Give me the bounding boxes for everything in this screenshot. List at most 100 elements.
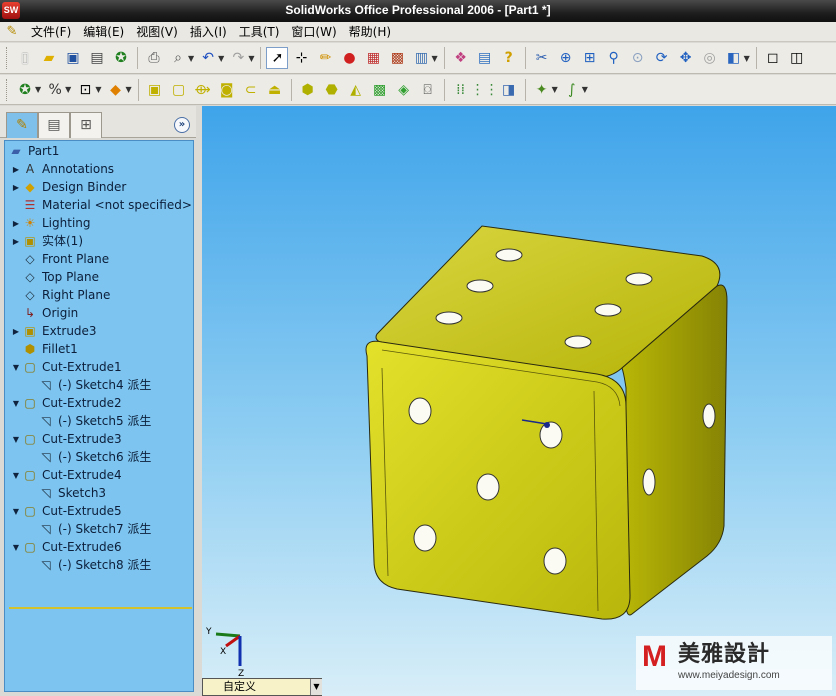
standard-views-icon[interactable]: ◧ bbox=[723, 47, 745, 69]
chevron-down-icon[interactable]: ▼ bbox=[552, 85, 558, 94]
tree-item[interactable]: ▶ ▣ 实体(1) bbox=[11, 232, 83, 250]
chevron-down-icon[interactable]: ▼ bbox=[65, 85, 71, 94]
expand-arrow-icon[interactable]: ▶ bbox=[11, 183, 21, 192]
hide-show-icon[interactable]: ✂ bbox=[531, 47, 553, 69]
toolbar-grip[interactable] bbox=[6, 47, 9, 69]
reference-point-icon[interactable]: ⊡ bbox=[74, 79, 96, 101]
toolbar-grip[interactable] bbox=[6, 78, 9, 101]
chevron-down-icon[interactable]: ▼ bbox=[95, 85, 101, 94]
rebuild-feature-icon[interactable]: ✪ bbox=[14, 79, 36, 101]
collapse-arrow-icon[interactable]: ▼ bbox=[11, 471, 21, 480]
open-folder-icon[interactable]: ▰ bbox=[38, 47, 60, 69]
tree-item[interactable]: ◇ Right Plane bbox=[11, 286, 110, 304]
tree-item[interactable]: ◹ (-) Sketch6 派生 bbox=[27, 448, 151, 466]
zoom-to-fit-icon[interactable]: ⊕ bbox=[555, 47, 577, 69]
save-icon[interactable]: ▣ bbox=[62, 47, 84, 69]
tree-item[interactable]: ☰ Material <not specified> bbox=[11, 196, 192, 214]
select-pointer-icon[interactable]: ➚ bbox=[266, 47, 289, 69]
shell-icon[interactable]: ▩ bbox=[369, 79, 391, 101]
mirror-icon[interactable]: ◨ bbox=[498, 79, 520, 101]
redo-icon[interactable]: ↷ bbox=[227, 47, 249, 69]
menu-view[interactable]: 视图(V) bbox=[130, 23, 184, 41]
collapse-arrow-icon[interactable]: ▼ bbox=[11, 399, 21, 408]
rib-icon[interactable]: ◭ bbox=[345, 79, 367, 101]
tab-configuration-manager[interactable]: ⊞ bbox=[70, 112, 102, 138]
options-grid-icon[interactable]: ▦ bbox=[362, 47, 384, 69]
dome-icon[interactable]: ◈ bbox=[393, 79, 415, 101]
tree-root[interactable]: ▰ Part1 bbox=[7, 142, 59, 160]
percent-icon[interactable]: % bbox=[44, 79, 66, 101]
hole-wizard-icon[interactable]: ⌼ bbox=[417, 79, 439, 101]
expand-arrow-icon[interactable]: ▶ bbox=[11, 219, 21, 228]
tree-item[interactable]: ◹ (-) Sketch7 派生 bbox=[27, 520, 151, 538]
chevron-down-icon[interactable]: ▼ bbox=[582, 85, 588, 94]
menu-file[interactable]: 文件(F) bbox=[25, 23, 77, 41]
tab-feature-manager[interactable]: ✎ bbox=[6, 112, 38, 138]
document-menu-icon[interactable]: ✎ bbox=[3, 24, 21, 40]
zoom-in-out-icon[interactable]: ⚲ bbox=[603, 47, 625, 69]
expand-arrow-icon[interactable]: ▶ bbox=[11, 165, 21, 174]
chevron-down-icon[interactable]: ▼ bbox=[35, 85, 41, 94]
rebuild-icon[interactable]: ✪ bbox=[110, 47, 132, 69]
measure-icon[interactable]: ▥ bbox=[410, 47, 432, 69]
component-icon[interactable]: ❖ bbox=[450, 47, 472, 69]
tree-item[interactable]: ◇ Front Plane bbox=[11, 250, 109, 268]
chevron-down-icon[interactable]: ▼ bbox=[431, 54, 437, 63]
circular-pattern-icon[interactable]: ⋮⋮ bbox=[471, 79, 499, 101]
smart-select-icon[interactable]: ⊹ bbox=[290, 47, 312, 69]
fillet-icon[interactable]: ⬢ bbox=[297, 79, 319, 101]
dice-model[interactable]: Y X Z bbox=[202, 106, 836, 696]
tree-item[interactable]: ◹ (-) Sketch5 派生 bbox=[27, 412, 151, 430]
zoom-to-area-icon[interactable]: ⊞ bbox=[579, 47, 601, 69]
rotate-view-icon[interactable]: ⟳ bbox=[651, 47, 673, 69]
chevron-down-icon[interactable]: ▼ bbox=[744, 54, 750, 63]
tree-item[interactable]: ↳ Origin bbox=[11, 304, 78, 322]
view-orientation-select[interactable]: 自定义 bbox=[202, 678, 322, 696]
graphics-area[interactable]: Y X Z 自定义 ▼ M 美雅設計 www.meiyadesign.com bbox=[202, 106, 836, 696]
curves-icon[interactable]: ∫ bbox=[561, 79, 583, 101]
menu-window[interactable]: 窗口(W) bbox=[285, 23, 342, 41]
draft-icon[interactable]: ⏏ bbox=[264, 79, 286, 101]
tree-item[interactable]: ⬢ Fillet1 bbox=[11, 340, 78, 358]
material-bricks-icon[interactable]: ▩ bbox=[386, 47, 408, 69]
menu-insert[interactable]: 插入(I) bbox=[184, 23, 233, 41]
linear-pattern-icon[interactable]: ⁞⁞ bbox=[450, 79, 472, 101]
chevron-down-icon[interactable]: ▼ bbox=[125, 85, 131, 94]
tree-item[interactable]: ◹ (-) Sketch4 派生 bbox=[27, 376, 151, 394]
properties-icon[interactable]: ▤ bbox=[474, 47, 496, 69]
appearance-icon[interactable]: ◆ bbox=[104, 79, 126, 101]
tab-property-manager[interactable]: ▤ bbox=[38, 112, 70, 138]
collapse-arrow-icon[interactable]: ▼ bbox=[11, 435, 21, 444]
help-icon[interactable]: ? bbox=[498, 47, 520, 69]
reference-geometry-icon[interactable]: ✦ bbox=[531, 79, 553, 101]
rollback-bar[interactable] bbox=[9, 607, 192, 609]
zoom-to-selection-icon[interactable]: ⊙ bbox=[627, 47, 649, 69]
print-preview-icon[interactable]: ▤ bbox=[86, 47, 108, 69]
tree-item[interactable]: ◇ Top Plane bbox=[11, 268, 99, 286]
chevron-down-icon[interactable]: ▼ bbox=[310, 679, 322, 695]
print-icon[interactable]: ⎙ bbox=[143, 47, 165, 69]
chevron-down-icon[interactable]: ▼ bbox=[188, 54, 194, 63]
sweep-icon[interactable]: ◙ bbox=[216, 79, 238, 101]
menu-tools[interactable]: 工具(T) bbox=[233, 23, 286, 41]
revolve-icon[interactable]: ⟴ bbox=[192, 79, 214, 101]
collapse-arrow-icon[interactable]: ▼ bbox=[11, 363, 21, 372]
tree-item[interactable]: ▼ ▢ Cut-Extrude3 bbox=[11, 430, 122, 448]
tree-item[interactable]: ▼ ▢ Cut-Extrude2 bbox=[11, 394, 122, 412]
wireframe-icon[interactable]: ◻ bbox=[762, 47, 784, 69]
hidden-lines-icon[interactable]: ◫ bbox=[786, 47, 808, 69]
sketch-pencil-icon[interactable]: ✏ bbox=[314, 47, 336, 69]
extruded-cut-icon[interactable]: ▢ bbox=[168, 79, 190, 101]
chevron-down-icon[interactable]: ▼ bbox=[248, 54, 254, 63]
print-zoom-icon[interactable]: ⌕ bbox=[167, 47, 189, 69]
tree-item[interactable]: ▼ ▢ Cut-Extrude5 bbox=[11, 502, 122, 520]
chevron-down-icon[interactable]: ▼ bbox=[218, 54, 224, 63]
menu-edit[interactable]: 编辑(E) bbox=[77, 23, 130, 41]
expand-arrow-icon[interactable]: ▶ bbox=[11, 237, 21, 246]
roll-view-icon[interactable]: ◎ bbox=[699, 47, 721, 69]
traffic-light-icon[interactable]: ● bbox=[338, 47, 360, 69]
extruded-boss-icon[interactable]: ▣ bbox=[144, 79, 166, 101]
expand-arrow-icon[interactable]: ▶ bbox=[11, 327, 21, 336]
tree-item[interactable]: ▼ ▢ Cut-Extrude6 bbox=[11, 538, 122, 556]
tree-item[interactable]: ▼ ▢ Cut-Extrude1 bbox=[11, 358, 122, 376]
